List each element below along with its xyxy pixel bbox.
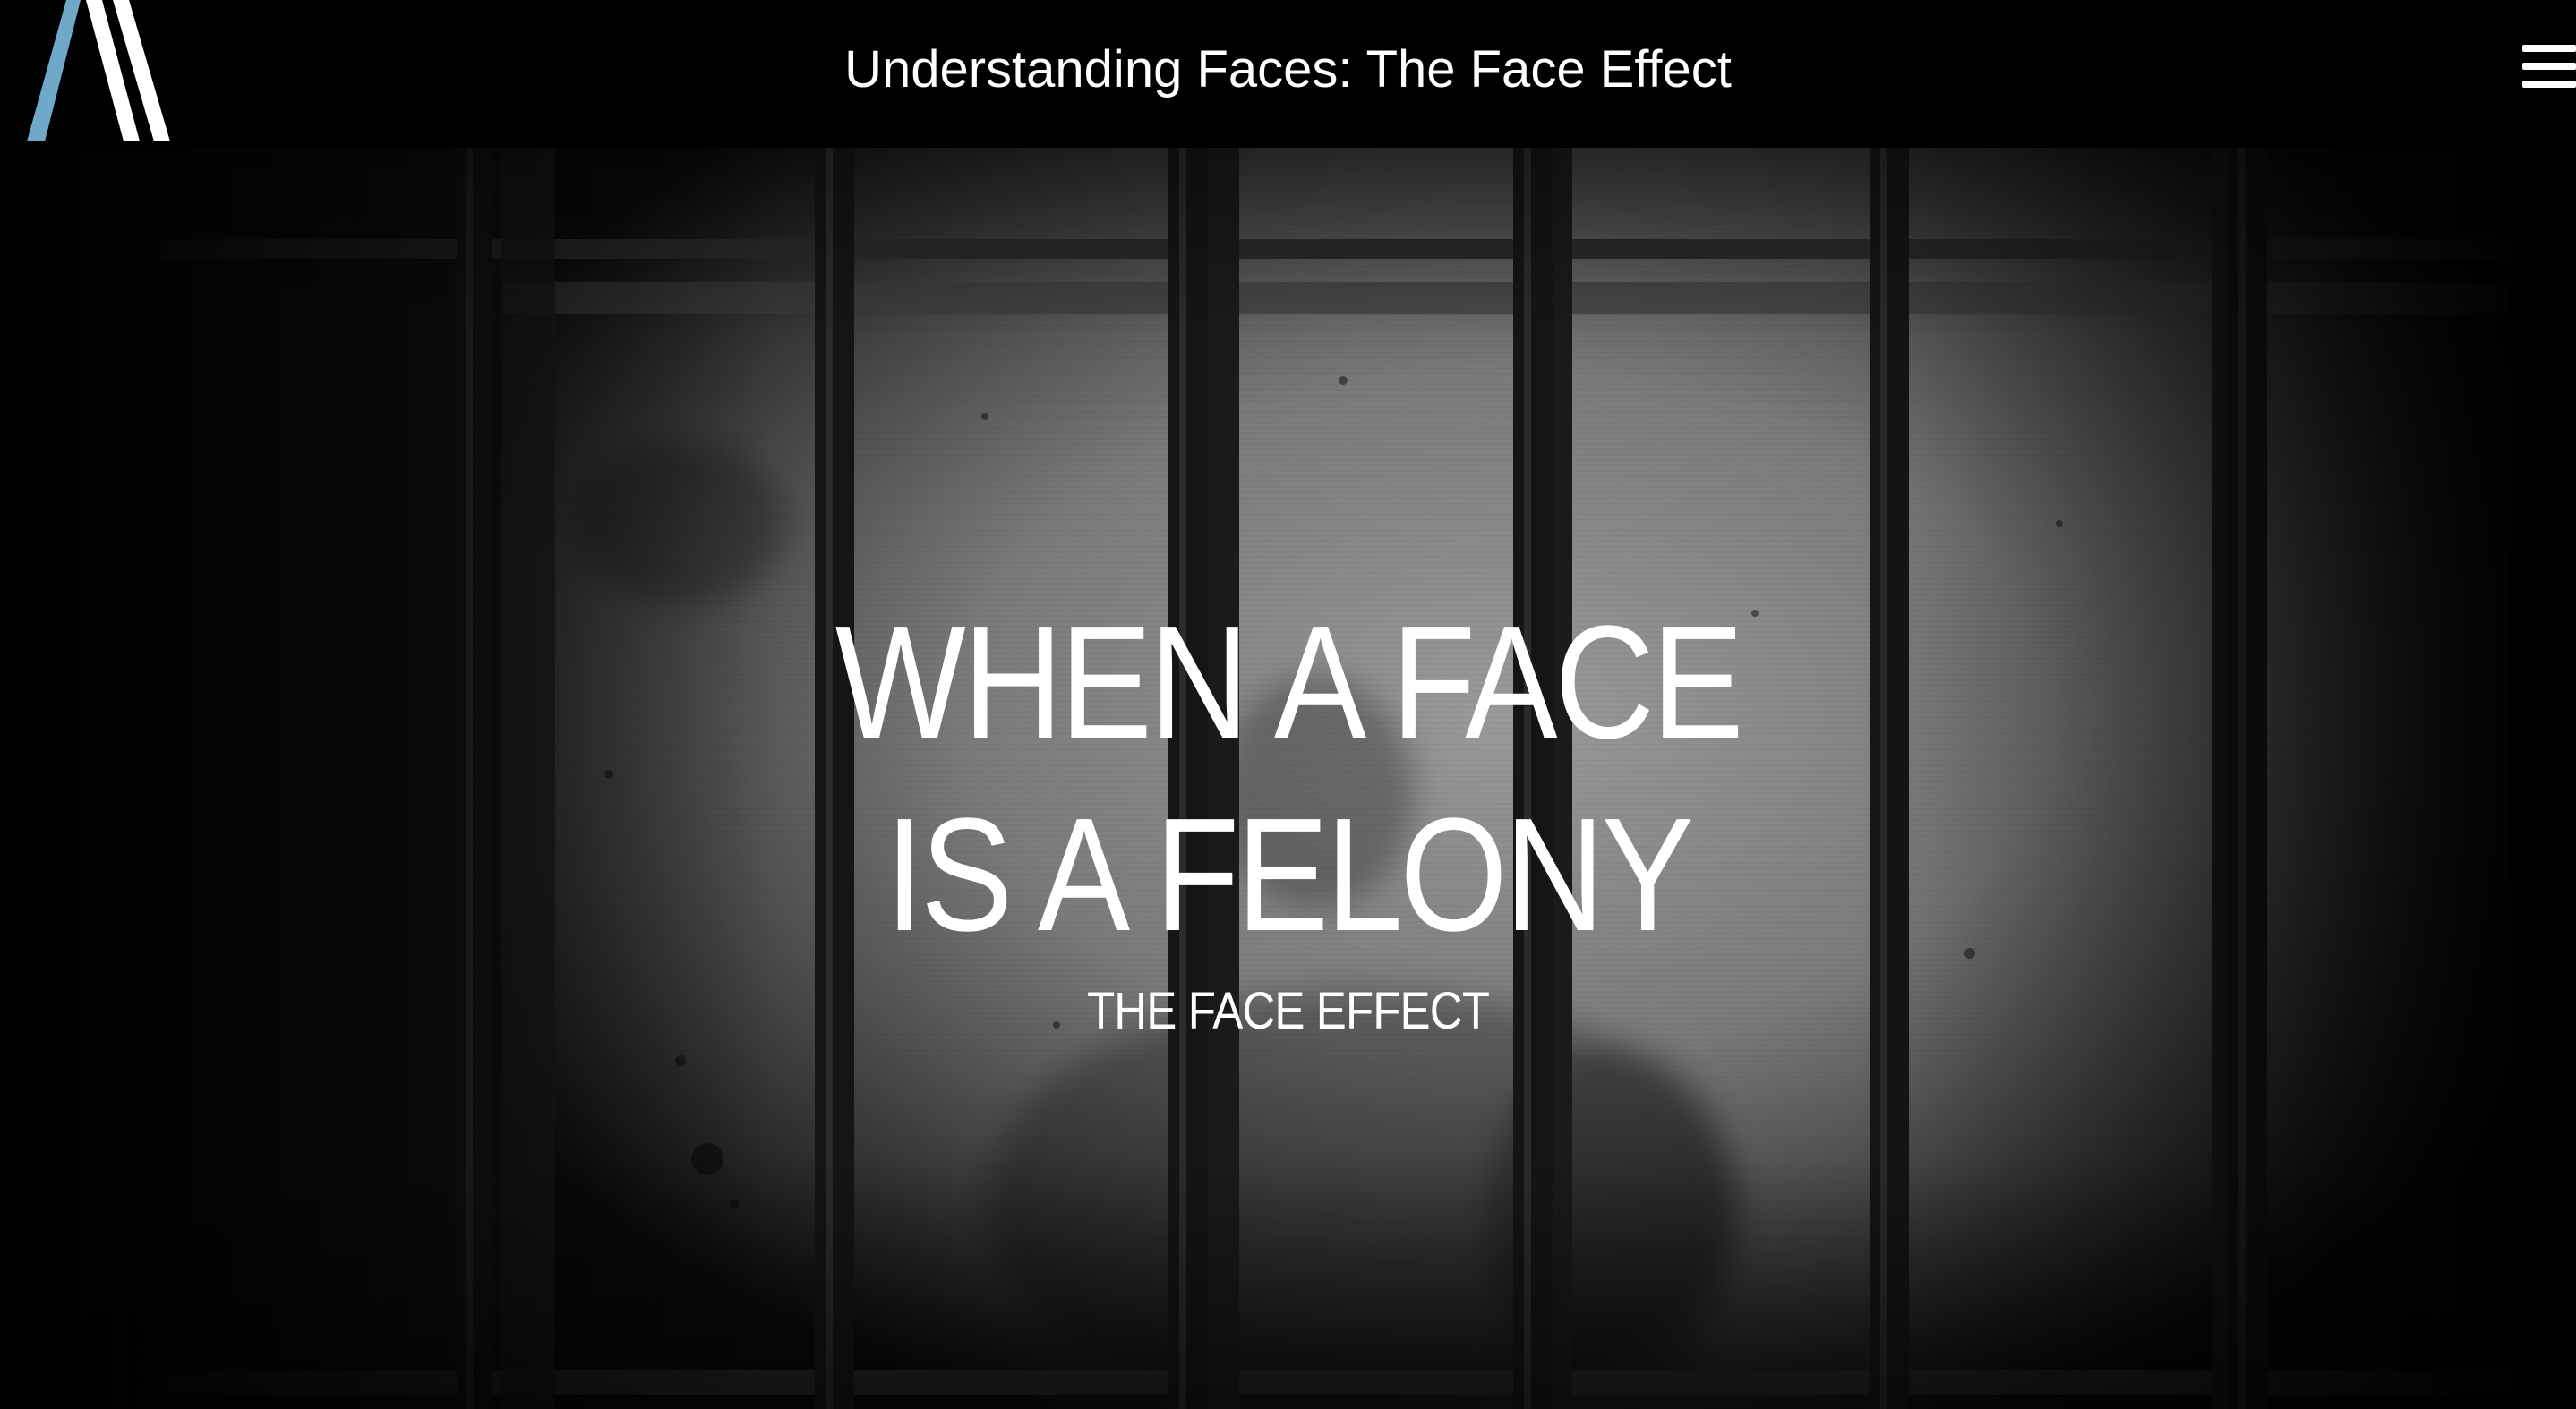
hero-text: WHEN A FACE IS A FELONY THE FACE EFFECT (0, 586, 2576, 1043)
headline-line-1: WHEN A FACE (834, 593, 1744, 773)
hero-section: WHEN A FACE IS A FELONY THE FACE EFFECT (0, 148, 2576, 1409)
page-title: Understanding Faces: The Face Effect (844, 40, 1732, 98)
top-bar: Understanding Faces: The Face Effect (0, 0, 2576, 148)
subheading: THE FACE EFFECT (1086, 982, 1490, 1040)
hamburger-menu-icon[interactable] (2522, 43, 2576, 91)
page: Understanding Faces: The Face Effect WHE… (0, 0, 2576, 1409)
headline-line-2: IS A FELONY (885, 785, 1694, 965)
